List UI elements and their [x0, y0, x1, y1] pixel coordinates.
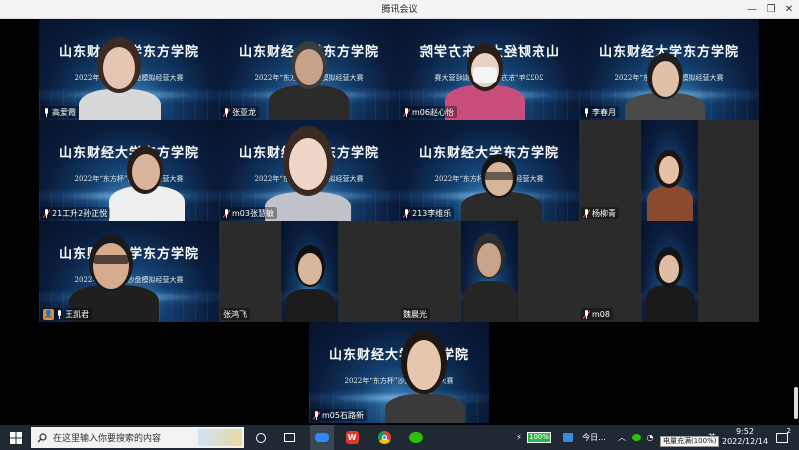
video-gallery: 山东财经大学东方学院 2022年“东方杯”沙盘模拟经营大赛 高爱霞 山东财经大学… — [0, 19, 799, 425]
participant-name-tag: 杨柳青 — [581, 207, 619, 219]
microphone-icon — [56, 309, 63, 319]
system-clock[interactable]: 9:52 2022/12/14 — [722, 427, 768, 447]
microphone-muted-icon — [403, 208, 410, 218]
search-icon — [37, 432, 47, 442]
close-button[interactable]: ✕ — [776, 0, 799, 19]
task-view-icon[interactable] — [280, 425, 298, 450]
network-icon[interactable]: ◔ — [644, 425, 656, 450]
microphone-muted-icon — [583, 208, 590, 218]
search-highlight-illustration — [198, 429, 242, 446]
video-tile[interactable]: 山东财经大学东方学院 2022年“东方杯”沙盘模拟经营大赛 m06赵心怡 — [399, 19, 579, 120]
wechat-tray-icon[interactable] — [630, 425, 642, 450]
portrait-video — [641, 120, 698, 221]
window-title: 腾讯会议 — [381, 5, 418, 15]
microphone-muted-icon — [403, 107, 410, 117]
video-tile[interactable]: 山东财经大学东方学院 2022年“东方杯”沙盘模拟经营大赛 213李维乐 — [399, 120, 579, 221]
tencent-meeting-taskbar-icon[interactable] — [310, 425, 334, 450]
microphone-muted-icon — [43, 208, 50, 218]
wps-app-icon[interactable]: W — [342, 425, 362, 450]
host-badge-icon: 👤 — [43, 308, 54, 320]
microphone-muted-icon — [223, 208, 230, 218]
chevron-up-icon[interactable]: ︿ — [616, 425, 628, 450]
search-placeholder: 在这里输入你要搜索的内容 — [53, 434, 162, 444]
video-tile[interactable]: 山东财经大学东方学院 2022年“东方杯”沙盘模拟经营大赛 张亚龙 — [219, 19, 399, 120]
microphone-muted-icon — [313, 410, 320, 420]
battery-tooltip: 电量充满(100%) — [660, 436, 720, 447]
video-tile[interactable]: 山东财经大学东方学院 2022年“东方杯”沙盘模拟经营大赛 21工升2孙正悦 — [39, 120, 219, 221]
windows-logo-icon — [10, 431, 22, 444]
microphone-icon — [583, 107, 590, 117]
participant-name-tag: 高爱霞 — [41, 106, 79, 118]
video-tile[interactable]: 张鸿飞 — [219, 221, 399, 322]
wechat-icon[interactable] — [406, 425, 426, 450]
taskbar-search-box[interactable]: 在这里输入你要搜索的内容 — [31, 427, 244, 448]
task-view-circle-icon[interactable] — [252, 425, 270, 450]
video-tile[interactable]: 山东财经大学东方学院 2022年“东方杯”沙盘模拟经营大赛 李春月 — [579, 19, 759, 120]
participant-name-tag: 魏晨光 — [401, 308, 430, 320]
participant-name-tag: m06赵心怡 — [401, 106, 457, 118]
video-tile[interactable]: m08 — [579, 221, 759, 322]
video-tile[interactable]: 山东财经大学东方学院 2022年“东方杯”沙盘模拟经营大赛 高爱霞 — [39, 19, 219, 120]
gallery-scrollbar[interactable] — [794, 387, 798, 419]
portrait-video — [641, 221, 698, 322]
video-tile[interactable]: 魏晨光 — [399, 221, 579, 322]
participant-name-tag: 李春月 — [581, 106, 619, 118]
participant-name-tag: 张亚龙 — [221, 106, 259, 118]
banner-subtitle: 2022年“东方杯”沙盘模拟经营大赛 — [344, 377, 454, 385]
participant-name-tag: 张鸿飞 — [221, 308, 250, 320]
microphone-icon — [43, 107, 50, 117]
video-tile[interactable]: 山东财经大学东方学院 2022年“东方杯”沙盘模拟经营大赛 m05石路新 — [309, 322, 489, 423]
battery-indicator[interactable]: 100% — [527, 432, 551, 443]
microphone-muted-icon — [223, 107, 230, 117]
notification-center-button[interactable]: 2 — [772, 425, 792, 450]
participant-name-tag: m05石路新 — [311, 409, 367, 421]
video-tile[interactable]: 山东财经大学东方学院 2022年“东方杯”沙盘模拟经营大赛 m03张慧敏 — [219, 120, 399, 221]
video-tile[interactable]: 杨柳青 — [579, 120, 759, 221]
power-plug-icon: ⚡ — [516, 433, 522, 442]
portrait-video — [461, 221, 518, 322]
participant-name-tag: 213李维乐 — [401, 207, 455, 219]
participant-name-tag: 👤 王凯君 — [41, 308, 92, 320]
chrome-browser-icon[interactable] — [374, 425, 394, 450]
banner-title: 山东财经大学东方学院 — [328, 348, 469, 363]
news-widget[interactable]: 今日... — [578, 425, 610, 450]
portrait-video — [281, 221, 338, 322]
windows-start-button[interactable] — [4, 425, 28, 450]
participant-name-tag: m03张慧敏 — [221, 207, 277, 219]
microphone-muted-icon — [583, 309, 590, 319]
calendar-widget-icon[interactable] — [561, 425, 575, 450]
video-tile[interactable]: 山东财经大学东方学院 2022年“东方杯”沙盘模拟经营大赛 👤王凯君 — [39, 221, 219, 322]
participant-name-tag: m08 — [581, 308, 613, 320]
participant-name-tag: 21工升2孙正悦 — [41, 207, 111, 219]
window-titlebar: 腾讯会议 — ❐ ✕ — [0, 0, 799, 19]
